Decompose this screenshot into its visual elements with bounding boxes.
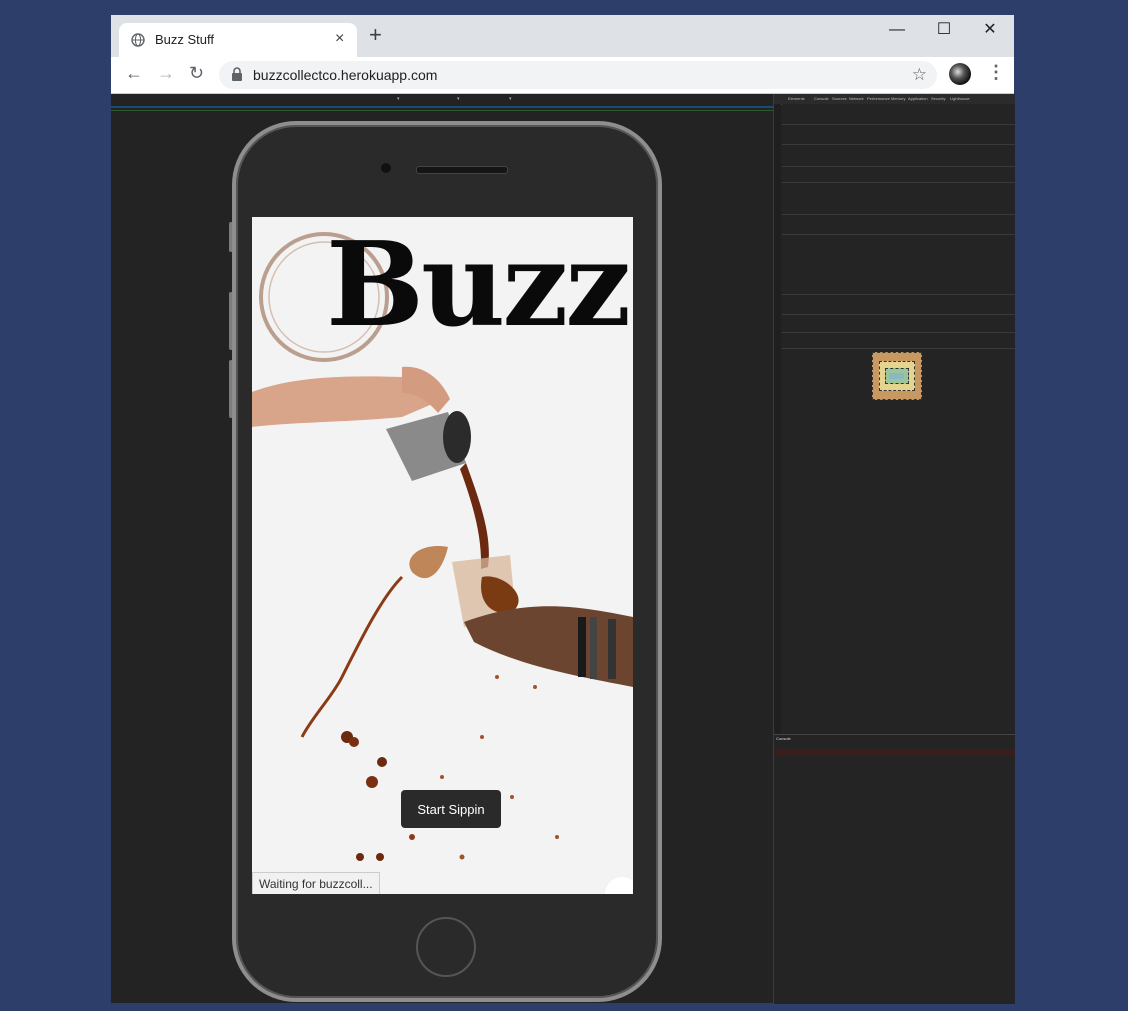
console-error-line	[774, 749, 1015, 755]
console-drawer: Console	[774, 734, 1015, 1004]
box-model-content	[889, 373, 904, 379]
url-text: buzzcollectco.herokuapp.com	[253, 67, 438, 83]
minimize-button[interactable]: —	[874, 18, 920, 42]
address-bar[interactable]: buzzcollectco.herokuapp.com ☆	[219, 61, 937, 89]
tab-title: Buzz Stuff	[155, 32, 215, 47]
style-rule-separator	[782, 144, 1015, 145]
back-button[interactable]: ←	[125, 63, 143, 84]
buzz-logo: Buzz	[326, 217, 631, 353]
browser-toolbar: ← → ↻ buzzcollectco.herokuapp.com ☆ ⋮	[111, 57, 1014, 94]
devtools-tab-application[interactable]: Application	[908, 96, 928, 101]
dom-tree-gutter	[774, 104, 781, 734]
close-window-button[interactable]: ✕	[967, 18, 1013, 42]
bookmark-star-icon[interactable]: ☆	[912, 65, 927, 85]
front-camera	[381, 163, 391, 173]
forward-button[interactable]: →	[157, 63, 175, 84]
devtools-tab-sources[interactable]: Sources	[832, 96, 847, 101]
devtools-tab-network[interactable]: Network	[849, 96, 864, 101]
box-model-border	[879, 361, 915, 391]
style-rule-separator	[782, 332, 1015, 333]
zoom-selector[interactable]: ▾	[457, 96, 460, 102]
devtools-tab-console[interactable]: Console	[814, 96, 829, 101]
media-query-bar	[111, 106, 773, 108]
style-rule-separator	[782, 182, 1015, 183]
devtools-tab-performance[interactable]: Performance	[867, 96, 890, 101]
style-rule-separator	[782, 348, 1015, 349]
earpiece-speaker	[416, 166, 508, 174]
devtools-panel: Elements Console Sources Network Perform…	[773, 94, 1015, 1004]
maximize-button[interactable]: ☐	[921, 18, 967, 42]
lock-icon	[232, 67, 242, 81]
tab-strip: Buzz Stuff × + — ☐ ✕	[111, 15, 1014, 57]
devtools-tab-security[interactable]: Security	[931, 96, 945, 101]
box-model-diagram	[872, 352, 922, 400]
style-rule-separator	[782, 234, 1015, 235]
devtools-tab-elements[interactable]: Elements	[788, 96, 805, 101]
throttle-selector[interactable]: ▾	[509, 96, 512, 102]
media-query-bar-secondary	[111, 110, 773, 111]
tab-close-icon[interactable]: ×	[335, 30, 344, 48]
tab-buzz-stuff[interactable]: Buzz Stuff ×	[119, 23, 357, 57]
loading-status-bar: Waiting for buzzcoll...	[252, 872, 380, 894]
box-model-padding	[885, 368, 909, 384]
devtools-tab-memory[interactable]: Memory	[891, 96, 905, 101]
browser-menu-icon[interactable]: ⋮	[987, 63, 1005, 81]
style-rule-separator	[782, 166, 1015, 167]
style-rule-separator	[782, 124, 1015, 125]
style-rule-separator	[782, 214, 1015, 215]
profile-avatar[interactable]	[949, 63, 971, 85]
device-selector[interactable]: ▾	[397, 96, 400, 102]
globe-icon	[131, 33, 145, 47]
start-sippin-button[interactable]: Start Sippin	[401, 790, 501, 828]
console-drawer-tab[interactable]: Console	[776, 736, 791, 741]
devtools-tab-lighthouse[interactable]: Lighthouse	[950, 96, 970, 101]
browser-window: Buzz Stuff × + — ☐ ✕ ← → ↻ buzzcollectco…	[111, 15, 1015, 1004]
new-tab-button[interactable]: +	[369, 24, 382, 46]
device-emulation-viewport: ▾ ▾ ▾ Buzz Start Sippin Waiting for buzz…	[111, 94, 773, 1003]
app-screen: Buzz Start Sippin Waiting for buzzcoll..…	[252, 217, 633, 894]
style-rule-separator	[782, 294, 1015, 295]
style-rule-separator	[782, 314, 1015, 315]
styles-pane	[782, 104, 1015, 734]
home-button[interactable]	[416, 917, 476, 977]
reload-button[interactable]: ↻	[189, 63, 204, 84]
